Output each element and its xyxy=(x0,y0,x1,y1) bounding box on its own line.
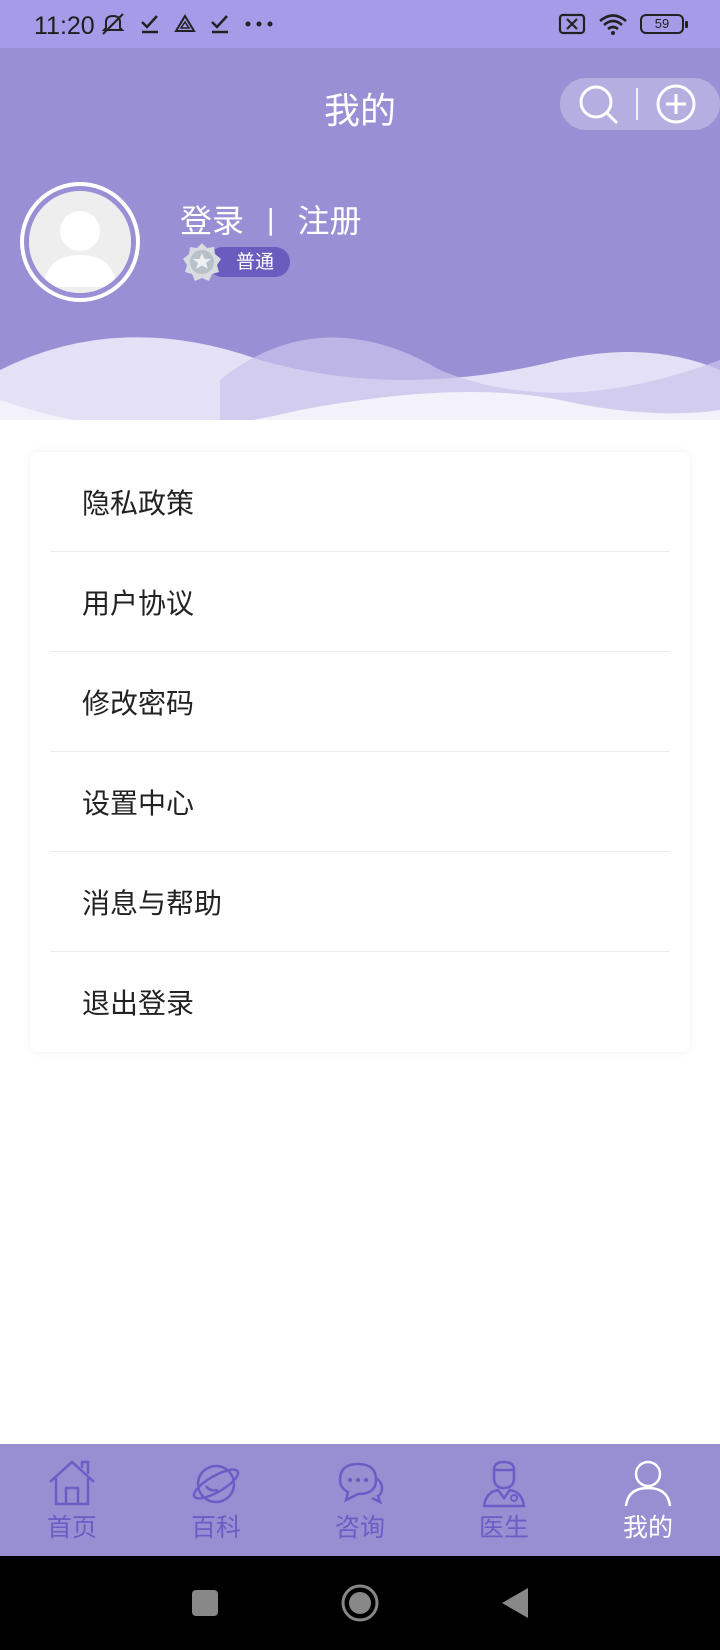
status-icons-right: 59 xyxy=(558,13,688,35)
check-icon xyxy=(141,15,158,34)
battery-icon: 59 xyxy=(640,14,688,34)
check-icon xyxy=(211,15,228,34)
tab-consult[interactable]: 咨询 xyxy=(288,1444,432,1556)
mute-icon xyxy=(101,13,125,35)
user-icon xyxy=(624,1460,672,1507)
home-circle-icon[interactable] xyxy=(340,1583,380,1623)
auth-links: 登录 | 注册 xyxy=(180,196,361,242)
wifi-icon xyxy=(599,14,627,35)
add-icon xyxy=(656,84,696,124)
search-button[interactable] xyxy=(560,78,636,130)
add-button[interactable] xyxy=(638,78,714,130)
drive-icon xyxy=(174,14,196,32)
status-icons-left xyxy=(100,12,274,36)
avatar-image xyxy=(29,191,131,293)
planet-icon xyxy=(192,1464,240,1504)
auth-separator: | xyxy=(266,202,276,236)
doctor-icon xyxy=(482,1460,526,1508)
tab-encyclopedia[interactable]: 百科 xyxy=(144,1444,288,1556)
more-dots-icon xyxy=(245,21,273,27)
menu-item-change-password[interactable]: 修改密码 xyxy=(50,652,670,752)
tab-doctor[interactable]: 医生 xyxy=(432,1444,576,1556)
menu-item-privacy-policy[interactable]: 隐私政策 xyxy=(50,452,670,552)
menu-item-messages-help[interactable]: 消息与帮助 xyxy=(50,852,670,952)
status-bar: 11:20 59 xyxy=(0,0,720,48)
menu-item-logout[interactable]: 退出登录 xyxy=(50,952,670,1052)
search-icon xyxy=(579,85,618,124)
star-badge-icon xyxy=(183,243,221,281)
status-time: 11:20 xyxy=(34,12,95,40)
menu-item-settings-center[interactable]: 设置中心 xyxy=(50,752,670,852)
tab-encyclopedia-label: 百科 xyxy=(190,1513,241,1542)
tab-mine-label: 我的 xyxy=(622,1513,673,1542)
header-waves-decoration xyxy=(0,337,720,420)
member-level-badge: 普通 xyxy=(182,243,291,281)
settings-menu: 隐私政策 用户协议 修改密码 设置中心 消息与帮助 退出登录 xyxy=(30,452,690,1052)
tab-doctor-label: 医生 xyxy=(478,1513,529,1542)
tab-mine[interactable]: 我的 xyxy=(576,1444,720,1556)
avatar[interactable] xyxy=(20,182,140,302)
recent-apps-icon[interactable] xyxy=(190,1588,220,1618)
profile-header: 我的 登录 | 注册 普通 xyxy=(0,48,720,420)
default-avatar-icon xyxy=(29,191,131,293)
back-triangle-icon[interactable] xyxy=(500,1586,530,1620)
bottom-tab-bar: 首页 百科 咨询 医生 我的 xyxy=(0,1444,720,1556)
chat-icon xyxy=(338,1462,384,1505)
tab-consult-label: 咨询 xyxy=(334,1513,385,1542)
menu-item-user-agreement[interactable]: 用户协议 xyxy=(50,552,670,652)
system-nav-bar xyxy=(0,1556,720,1650)
battery-level: 59 xyxy=(654,16,670,31)
login-link[interactable]: 登录 xyxy=(180,196,244,242)
sim-off-icon xyxy=(558,13,586,35)
tab-home-label: 首页 xyxy=(46,1513,97,1542)
home-icon xyxy=(49,1460,95,1506)
register-link[interactable]: 注册 xyxy=(297,196,361,242)
tab-home[interactable]: 首页 xyxy=(0,1444,144,1556)
header-actions xyxy=(560,78,720,130)
